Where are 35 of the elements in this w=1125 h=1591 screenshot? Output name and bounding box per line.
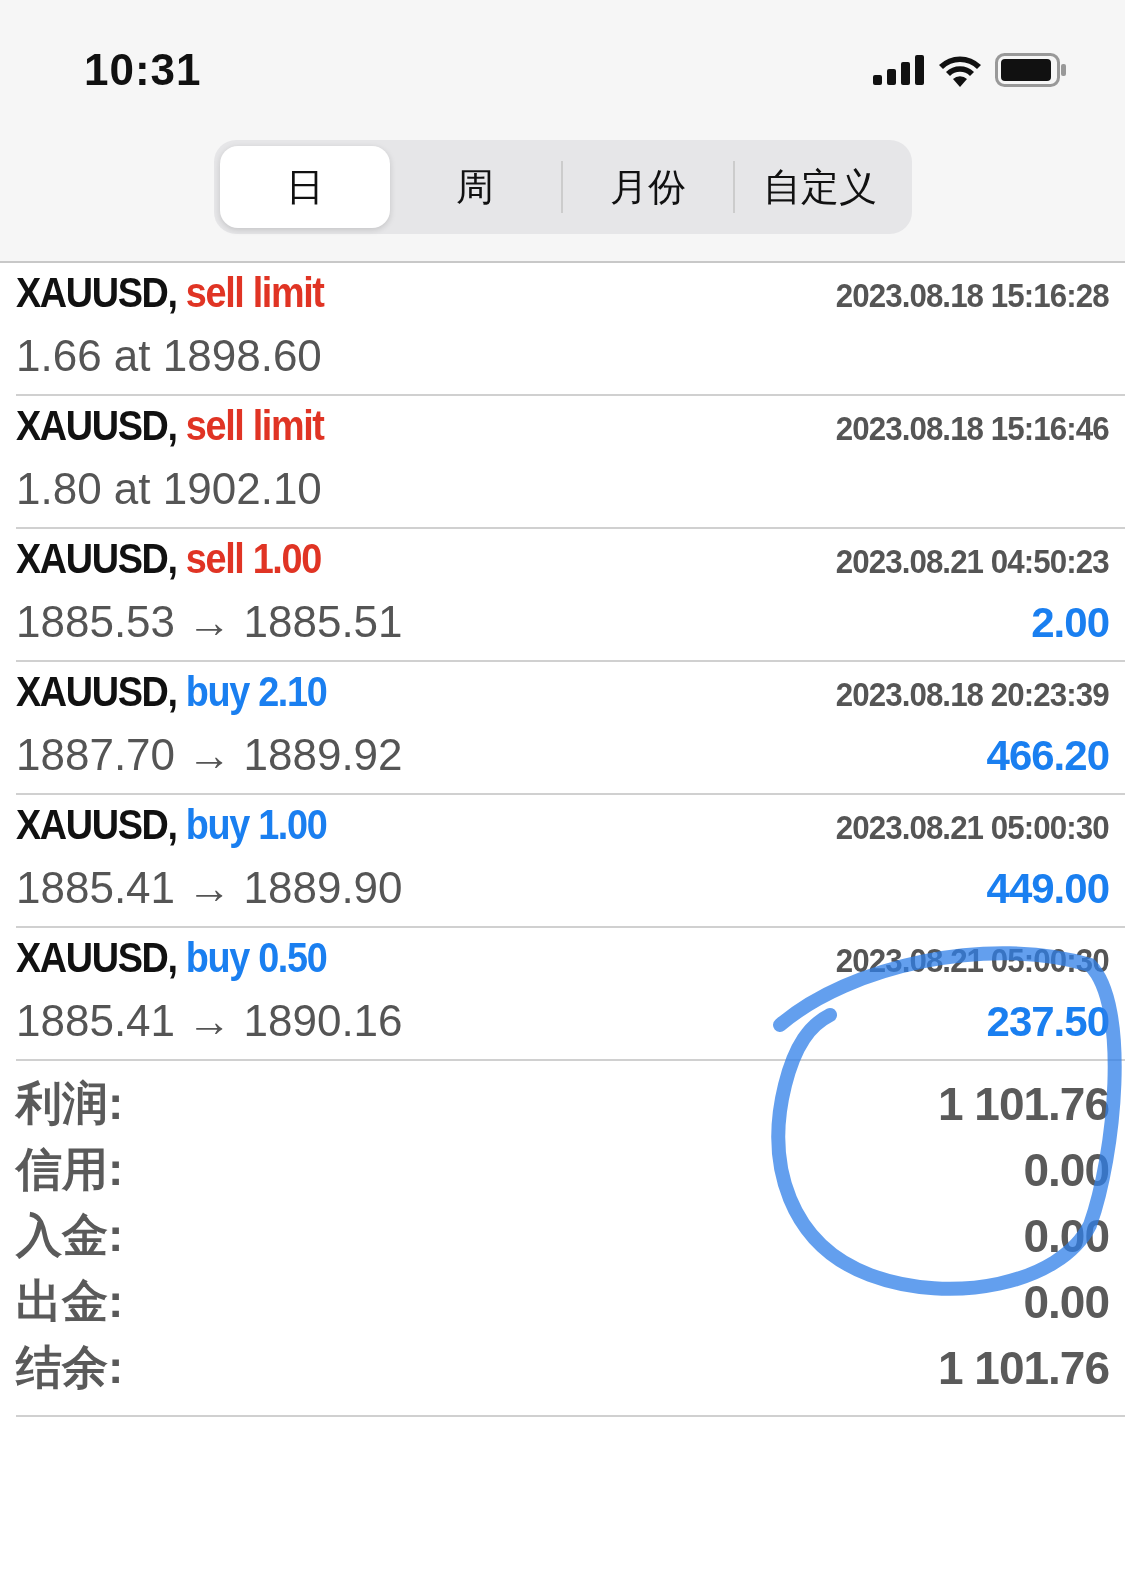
- signal-icon: [873, 55, 925, 85]
- deal-prices: 1887.70 → 1889.92: [16, 730, 403, 780]
- deal-title: XAUUSD, buy 0.50: [16, 934, 327, 982]
- summary-value: 1 101.76: [937, 1341, 1109, 1395]
- deal-profit: 449.00: [986, 865, 1109, 913]
- battery-icon: [995, 53, 1067, 87]
- period-tab[interactable]: 日: [219, 146, 390, 228]
- deal-profit: 466.20: [986, 732, 1109, 780]
- summary-label: 利润:: [16, 1076, 124, 1131]
- deal-prices: 1.66 at 1898.60: [16, 331, 322, 381]
- period-tab[interactable]: 周: [390, 146, 561, 228]
- period-tab[interactable]: 月份: [562, 146, 733, 228]
- deal-profit: 2.00: [1031, 599, 1109, 647]
- deal-prices: 1885.53 → 1885.51: [16, 597, 403, 647]
- deal-prices: 1885.41 → 1890.16: [16, 996, 403, 1046]
- summary-label: 信用:: [16, 1142, 124, 1197]
- deal-time: 2023.08.18 20:23:39: [836, 675, 1109, 714]
- deal-prices: 1885.41 → 1889.90: [16, 863, 403, 913]
- deal-title: XAUUSD, sell limit: [16, 269, 324, 317]
- deal-title: XAUUSD, buy 1.00: [16, 801, 327, 849]
- deal-time: 2023.08.21 04:50:23: [836, 542, 1109, 581]
- period-tab[interactable]: 自定义: [735, 146, 906, 228]
- deal-title: XAUUSD, sell limit: [16, 402, 324, 450]
- deal-title: XAUUSD, buy 2.10: [16, 668, 327, 716]
- summary-value: 0.00: [1023, 1275, 1109, 1329]
- summary-label: 出金:: [16, 1274, 124, 1329]
- status-time: 10:31: [84, 45, 202, 95]
- summary-label: 结余:: [16, 1340, 124, 1395]
- wifi-icon: [937, 53, 983, 87]
- deal-title: XAUUSD, sell 1.00: [16, 535, 321, 583]
- summary-label: 入金:: [16, 1208, 124, 1263]
- deal-time: 2023.08.21 05:00:30: [836, 808, 1109, 847]
- deal-time: 2023.08.18 15:16:28: [836, 276, 1109, 315]
- deal-prices: 1.80 at 1902.10: [16, 464, 322, 514]
- deal-time: 2023.08.18 15:16:46: [836, 409, 1109, 448]
